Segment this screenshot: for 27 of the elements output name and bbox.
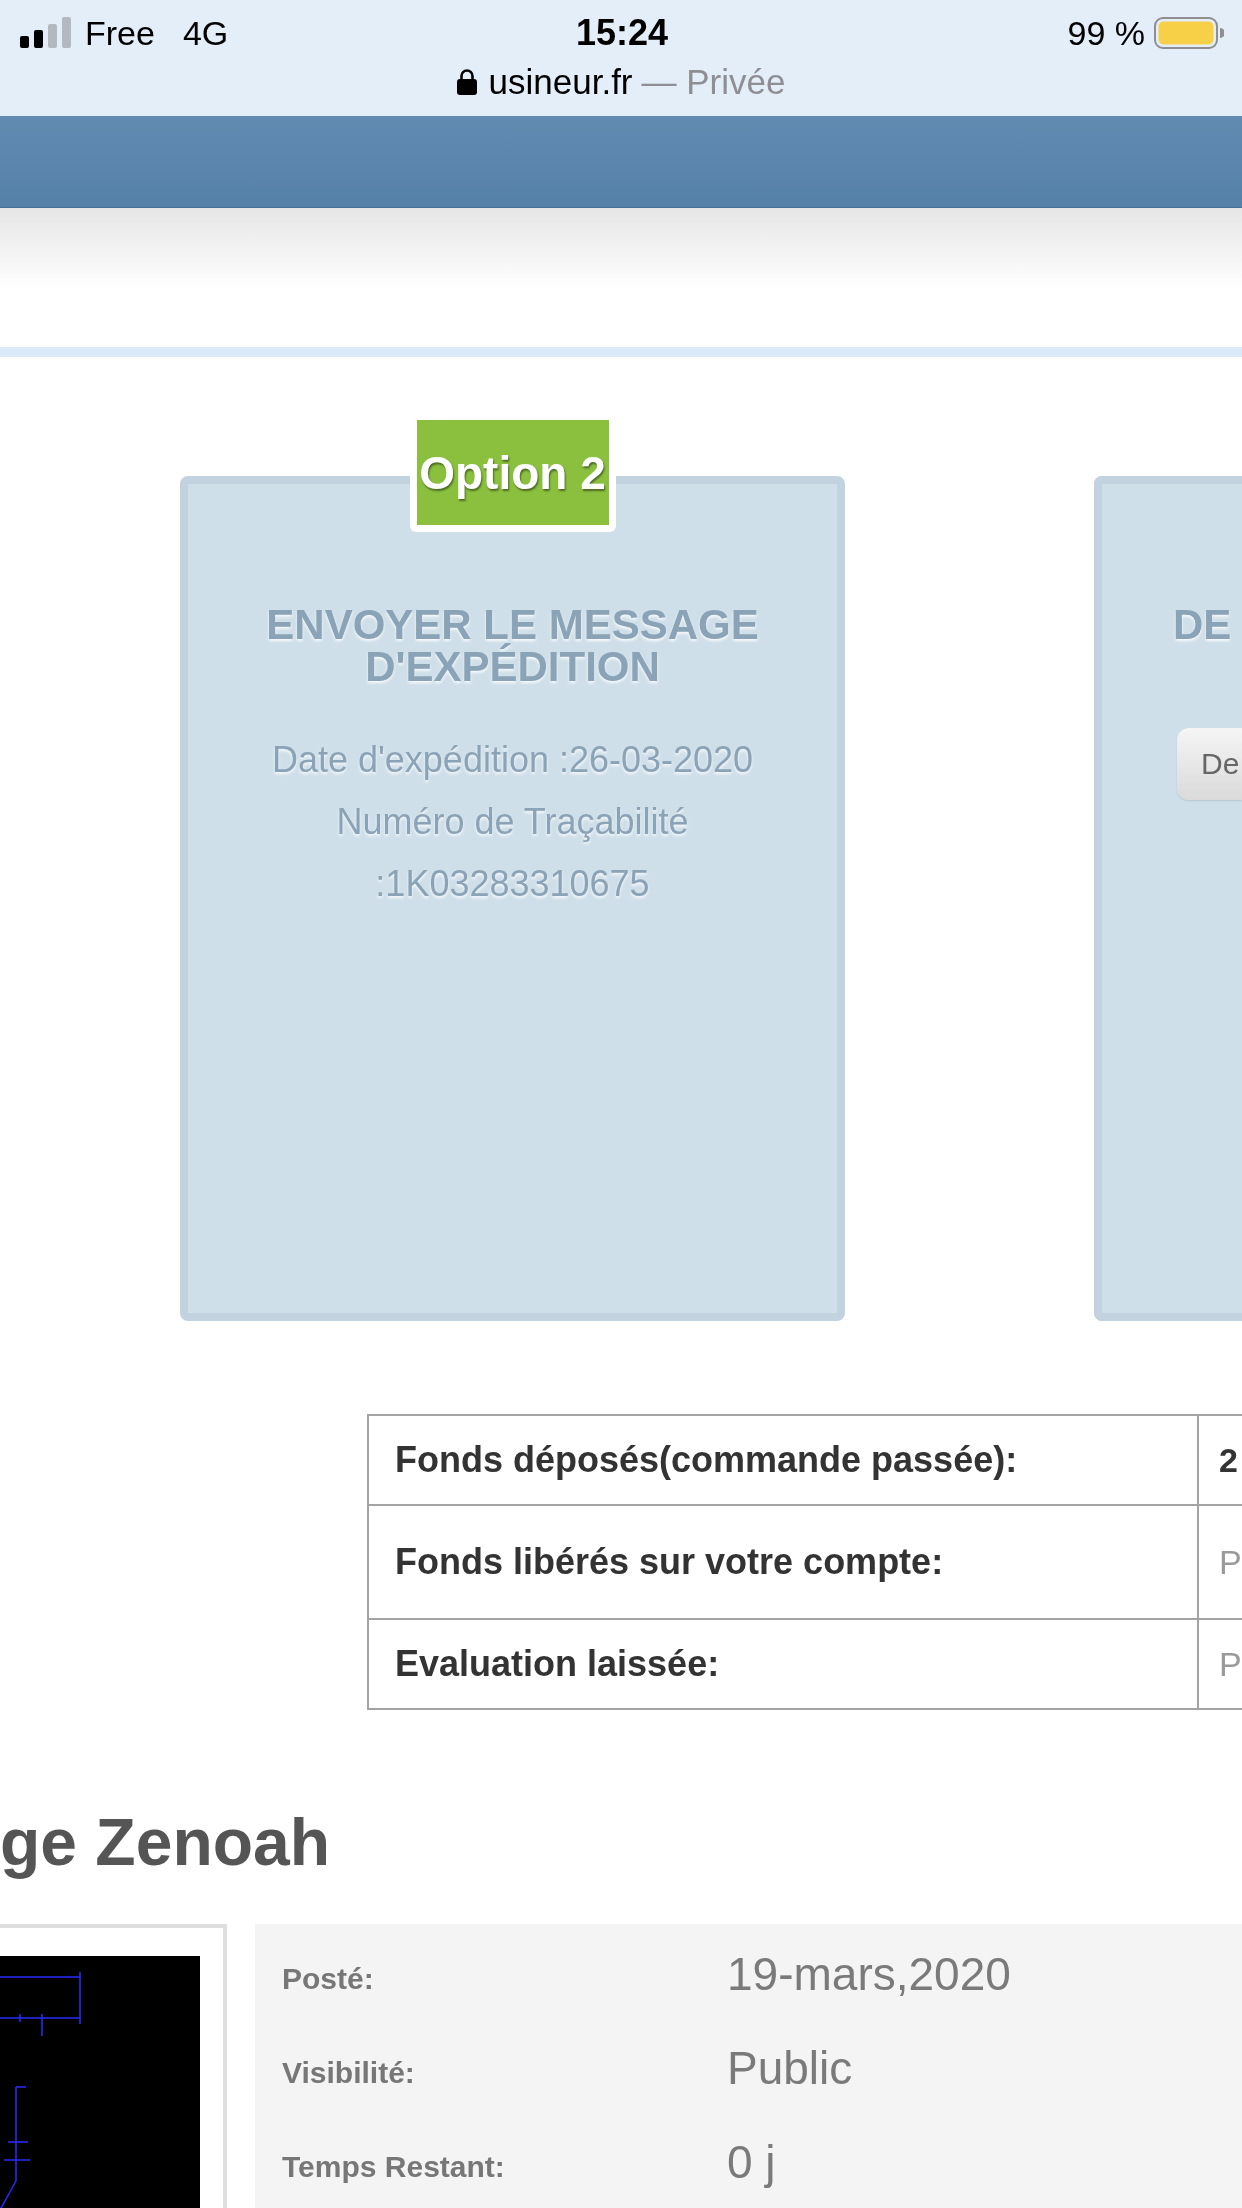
action-button[interactable]: De — [1177, 728, 1242, 800]
field-value: 19-mars,2020 — [727, 1947, 1012, 2001]
table-cell: P — [1199, 1620, 1242, 1710]
battery-icon — [1154, 16, 1224, 49]
table-cell: 2 — [1199, 1416, 1242, 1506]
field-label: Temps Restant: — [282, 2150, 506, 2184]
table-cell: P — [1199, 1506, 1242, 1620]
field-label: Visibilité: — [282, 2056, 416, 2090]
private-mode-text: — Privée — [641, 63, 786, 99]
signal-icon — [20, 17, 71, 48]
battery-percent-text: 99 % — [1067, 15, 1145, 50]
lock-icon — [456, 67, 477, 95]
info-text: Numéro de Traçabilité :1K03283310675 — [335, 800, 690, 906]
carrier-text: Free — [85, 15, 155, 50]
table-cell: Fonds déposés(commande passée): — [369, 1416, 1199, 1506]
field-label: Posté: — [282, 1962, 375, 1996]
field-value: Public — [727, 2041, 854, 2095]
network-text: 4G — [182, 15, 229, 50]
time-text: 15:24 — [575, 14, 669, 51]
table-cell: Evaluation laissée: — [369, 1620, 1199, 1710]
url-text[interactable]: usineur.fr — [488, 63, 633, 99]
field-value: 0 j — [727, 2135, 777, 2189]
card-title: DE — [1173, 604, 1233, 646]
info-text: Date d'expédition :26-03-2020 — [271, 738, 754, 782]
table-cell: Fonds libérés sur votre compte: — [369, 1506, 1199, 1620]
card-title: ENVOYER LE MESSAGE D'EXPÉDITION — [265, 604, 760, 688]
section-heading: ge Zenoah — [0, 1804, 331, 1881]
